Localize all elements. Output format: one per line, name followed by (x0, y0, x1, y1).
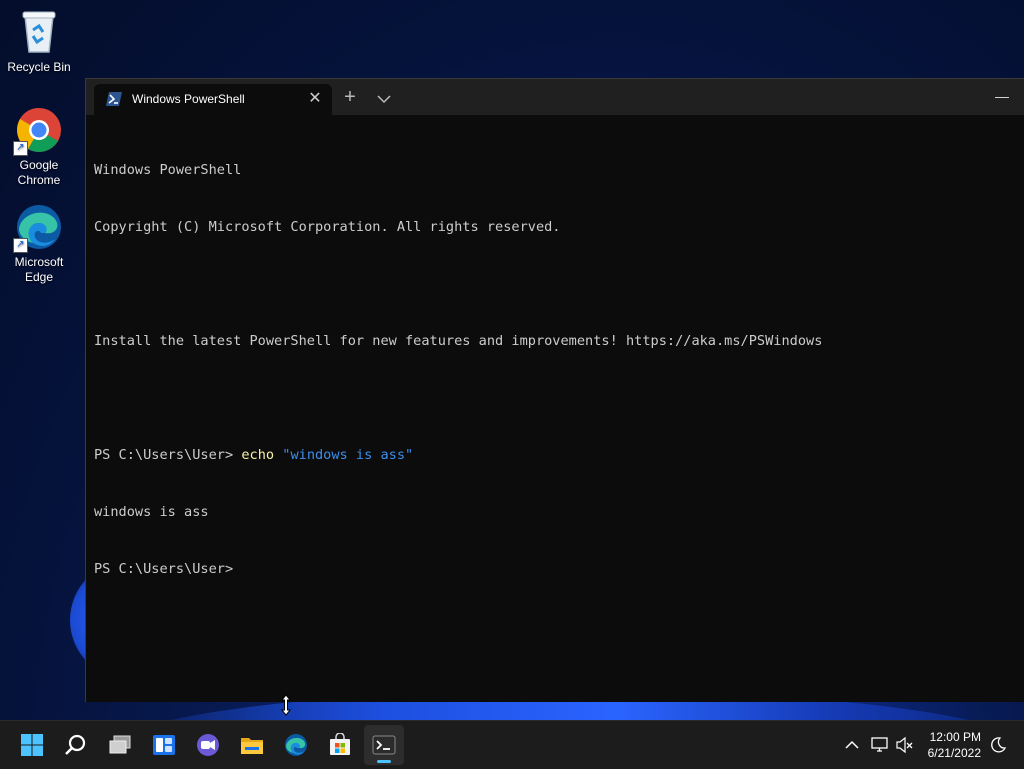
edge-taskbar-button[interactable] (276, 725, 316, 765)
prompt: PS C:\Users\User> (94, 447, 242, 463)
file-explorer-button[interactable] (232, 725, 272, 765)
resize-cursor-icon (280, 694, 292, 716)
edge-icon (285, 734, 307, 756)
desktop-icon-google-chrome[interactable]: ↗ Google Chrome (1, 106, 77, 188)
shortcut-arrow-icon: ↗ (13, 238, 28, 253)
volume-muted-icon (896, 736, 913, 754)
close-tab-button[interactable]: ✕ (304, 88, 326, 110)
quiet-hours-button[interactable] (988, 735, 1008, 755)
title-bar[interactable]: Windows PowerShell ✕ + — (86, 79, 1024, 115)
desktop-icon-label: Google Chrome (17, 158, 61, 187)
task-view-icon (109, 735, 131, 754)
desktop-icon-recycle-bin[interactable]: Recycle Bin (1, 8, 77, 75)
search-icon (65, 734, 86, 755)
desktop-icon-microsoft-edge[interactable]: ↗ Microsoft Edge (1, 203, 77, 285)
task-view-button[interactable] (100, 725, 140, 765)
new-tab-button[interactable]: + (338, 86, 362, 110)
clock-time: 12:00 PM (929, 730, 981, 744)
console-line: windows is ass (94, 504, 209, 520)
chrome-icon: ↗ (13, 106, 63, 156)
edge-icon: ↗ (13, 203, 63, 253)
console-line: Copyright (C) Microsoft Corporation. All… (94, 219, 561, 235)
powershell-icon (106, 92, 122, 106)
active-indicator (377, 760, 391, 763)
console-output[interactable]: Windows PowerShell Copyright (C) Microso… (94, 123, 1024, 702)
search-button[interactable] (56, 725, 96, 765)
terminal-icon (372, 735, 396, 755)
shortcut-arrow-icon: ↗ (13, 141, 28, 156)
widgets-icon (153, 735, 175, 755)
minimize-button[interactable]: — (979, 79, 1024, 115)
terminal-taskbar-button[interactable] (364, 725, 404, 765)
show-hidden-icons-button[interactable] (842, 735, 862, 755)
volume-button[interactable] (895, 735, 915, 755)
file-explorer-icon (241, 738, 263, 754)
chevron-up-icon (845, 740, 859, 749)
desktop-icon-label: Recycle Bin (7, 60, 71, 74)
clock[interactable]: 12:00 PM 6/21/2022 (928, 729, 981, 761)
tab-title: Windows PowerShell (132, 92, 245, 106)
command-line: PS C:\Users\User> echo "windows is ass" (94, 446, 1024, 465)
terminal-window[interactable]: Windows PowerShell ✕ + — Windows PowerSh… (85, 78, 1024, 702)
clock-date: 6/21/2022 (927, 746, 981, 760)
command-name: echo (241, 447, 275, 463)
network-button[interactable] (870, 735, 890, 755)
console-line: Install the latest PowerShell for new fe… (94, 333, 823, 349)
recycle-bin-icon (15, 8, 63, 56)
console-line: PS C:\Users\User> (94, 561, 234, 577)
store-button[interactable] (320, 725, 360, 765)
store-icon (330, 733, 350, 755)
chevron-down-icon (377, 95, 391, 104)
start-button[interactable] (12, 725, 52, 765)
quiet-hours-icon (991, 737, 1007, 753)
console-line: Windows PowerShell (94, 162, 242, 178)
tab-windows-powershell[interactable]: Windows PowerShell ✕ (94, 84, 332, 115)
tab-dropdown-button[interactable] (372, 86, 396, 110)
network-icon (871, 737, 888, 752)
taskbar: 12:00 PM 6/21/2022 (0, 720, 1024, 769)
chat-button[interactable] (188, 725, 228, 765)
start-icon (21, 734, 43, 756)
desktop-icon-label: Microsoft Edge (14, 255, 64, 284)
widgets-button[interactable] (144, 725, 184, 765)
command-argument: "windows is ass" (282, 447, 414, 463)
chat-icon (197, 734, 219, 756)
